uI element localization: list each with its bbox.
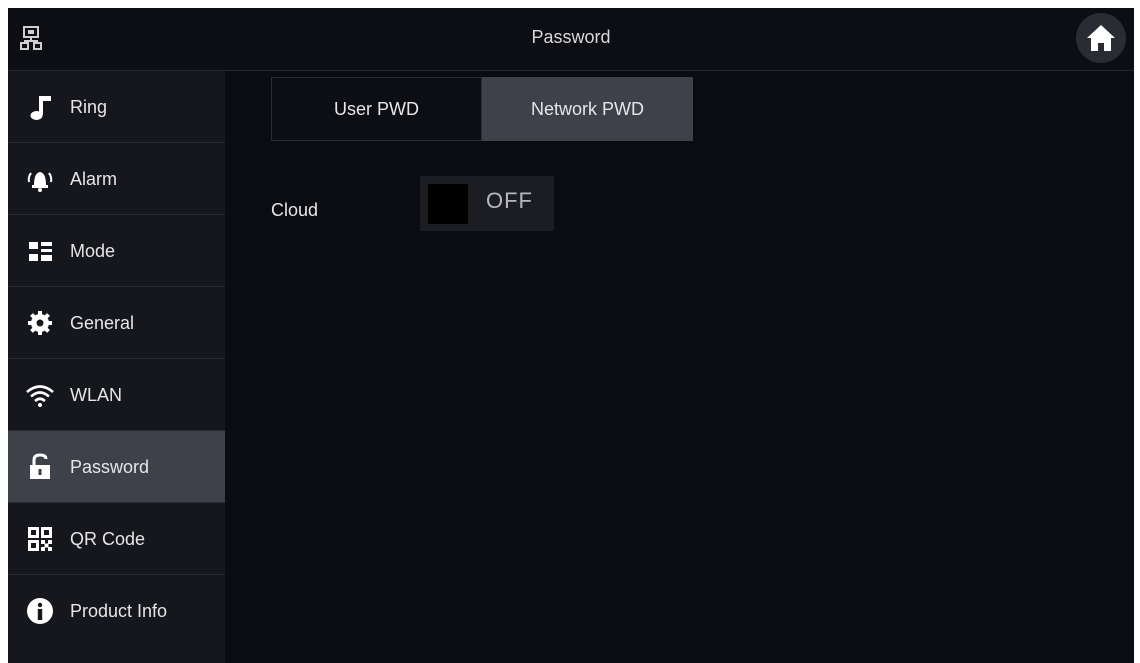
toggle-state: OFF <box>486 188 533 213</box>
sidebar-item-label: Alarm <box>70 169 118 189</box>
sidebar-item-label: Ring <box>70 97 108 117</box>
cloud-label: Cloud <box>271 200 319 220</box>
wifi-icon <box>26 385 54 407</box>
sidebar-item-general[interactable]: General <box>8 287 225 359</box>
device-screen: Password Ring Alarm Mode General WLAN Pa… <box>8 8 1134 663</box>
music-note-icon <box>30 96 51 120</box>
sidebar-item-qr-code[interactable]: QR Code <box>8 503 225 575</box>
gear-icon <box>28 311 52 335</box>
sidebar-item-label: Product Info <box>70 601 168 621</box>
toggle-knob <box>428 184 468 224</box>
sidebar: Ring Alarm Mode General WLAN Password QR… <box>8 71 225 663</box>
sidebar-item-product-info[interactable]: Product Info <box>8 575 225 647</box>
cloud-toggle[interactable]: OFF <box>420 176 554 231</box>
sidebar-item-label: Password <box>70 457 150 477</box>
sidebar-item-wlan[interactable]: WLAN <box>8 359 225 431</box>
unlock-icon <box>30 453 50 479</box>
qr-code-icon <box>28 527 52 551</box>
mode-grid-icon <box>29 242 52 261</box>
sidebar-item-alarm[interactable]: Alarm <box>8 143 225 215</box>
sidebar-item-ring[interactable]: Ring <box>8 71 225 143</box>
home-icon <box>1087 25 1115 51</box>
alarm-bell-icon <box>27 172 53 192</box>
sidebar-item-label: Mode <box>70 241 116 261</box>
tab-user-pwd[interactable]: User PWD <box>271 77 482 141</box>
sidebar-item-label: QR Code <box>70 529 146 549</box>
page-title: Password <box>531 27 611 47</box>
sidebar-item-label: General <box>70 313 135 333</box>
info-icon <box>27 598 53 624</box>
main-content: User PWD Network PWD Cloud OFF <box>225 71 1134 663</box>
top-bar: Password <box>8 8 1134 71</box>
tab-network-pwd[interactable]: Network PWD <box>482 77 693 141</box>
sidebar-item-mode[interactable]: Mode <box>8 215 225 287</box>
sidebar-item-label: WLAN <box>70 385 123 405</box>
home-button[interactable] <box>1076 13 1126 63</box>
sidebar-item-password[interactable]: Password <box>8 431 225 503</box>
